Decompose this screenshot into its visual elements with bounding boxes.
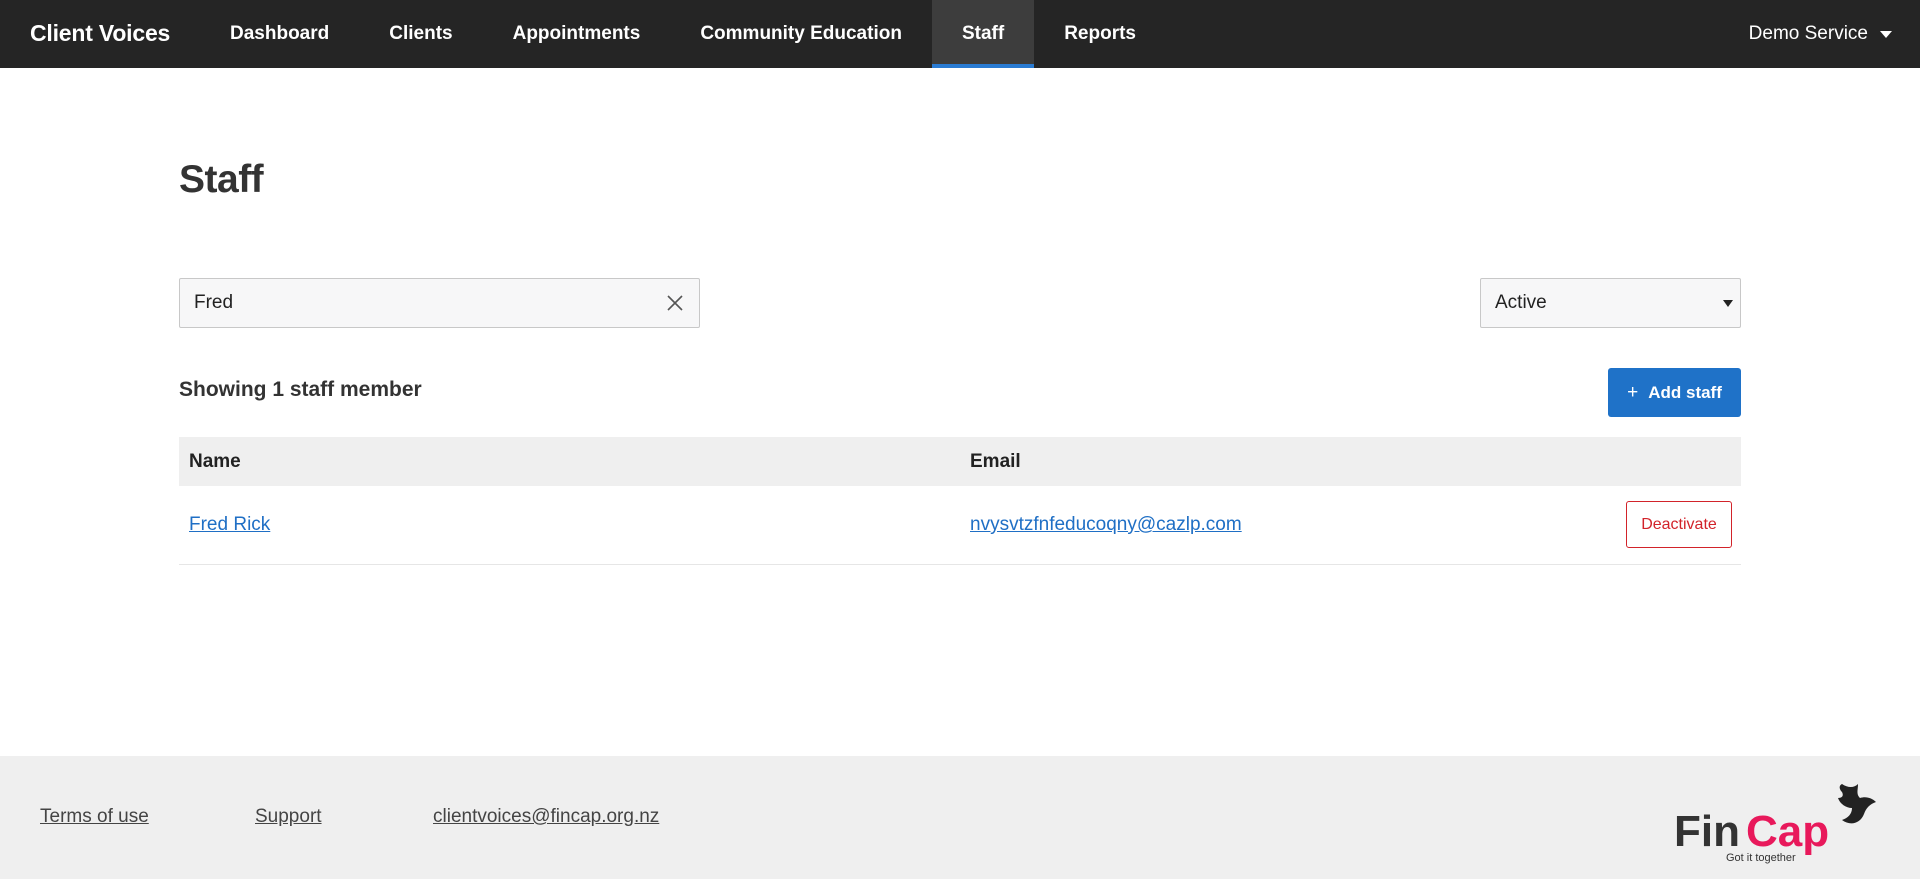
column-header-email: Email [970, 451, 1021, 472]
footer-link-email[interactable]: clientvoices@fincap.org.nz [433, 806, 659, 828]
dropdown-arrow-icon [1723, 300, 1733, 307]
staff-name-link[interactable]: Fred Rick [189, 486, 270, 564]
table-header: Name Email [179, 437, 1741, 486]
nav-item-dashboard[interactable]: Dashboard [200, 0, 359, 68]
results-count: Showing 1 staff member [179, 378, 422, 401]
chevron-down-icon [1880, 31, 1892, 38]
app-title[interactable]: Client Voices [30, 0, 170, 68]
column-header-name: Name [189, 451, 241, 472]
top-navigation: Client Voices Dashboard Clients Appointm… [0, 0, 1920, 68]
logo-tagline: Got it together [1726, 852, 1796, 864]
nav-item-appointments[interactable]: Appointments [483, 0, 671, 68]
service-label: Demo Service [1748, 23, 1868, 44]
page-title: Staff [179, 158, 264, 201]
deactivate-button[interactable]: Deactivate [1626, 501, 1732, 548]
nav-item-reports[interactable]: Reports [1034, 0, 1166, 68]
service-menu[interactable]: Demo Service [1749, 0, 1892, 68]
add-staff-label: Add staff [1648, 382, 1722, 402]
nav-item-staff[interactable]: Staff [931, 0, 1035, 68]
search-input[interactable] [180, 279, 650, 327]
staff-email-link[interactable]: nvysvtzfnfeducoqny@cazlp.com [970, 486, 1242, 564]
logo-text-fin: Fin [1674, 807, 1740, 856]
staff-table: Name Email Fred Rick nvysvtzfnfeducoqny@… [179, 437, 1741, 565]
plus-icon: + [1627, 382, 1639, 403]
table-row: Fred Rick nvysvtzfnfeducoqny@cazlp.com D… [179, 486, 1741, 565]
footer-link-terms[interactable]: Terms of use [40, 806, 149, 828]
fincap-logo: Fin Cap Got it together [1674, 784, 1876, 864]
footer: Terms of use Support clientvoices@fincap… [0, 756, 1920, 879]
status-filter-value: Active [1495, 292, 1547, 313]
status-filter-select[interactable]: Active [1480, 278, 1741, 328]
nav-item-clients[interactable]: Clients [359, 0, 482, 68]
nav-links: Dashboard Clients Appointments Community… [200, 0, 1166, 68]
staff-search [179, 278, 700, 328]
nav-item-community-education[interactable]: Community Education [670, 0, 932, 68]
footer-link-support[interactable]: Support [255, 806, 322, 828]
add-staff-button[interactable]: + Add staff [1608, 368, 1741, 417]
logo-text-cap: Cap [1746, 807, 1829, 856]
close-icon[interactable] [665, 293, 685, 313]
